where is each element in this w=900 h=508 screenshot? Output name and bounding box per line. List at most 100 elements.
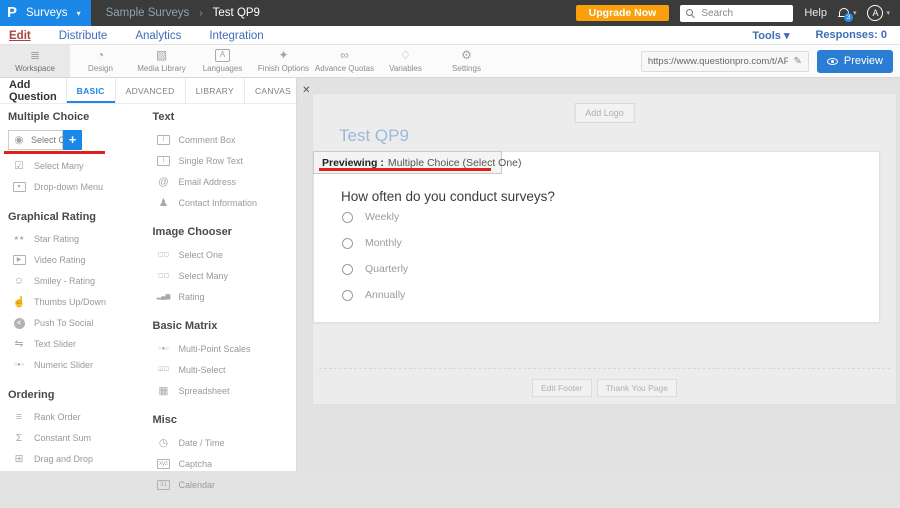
toolbar-settings[interactable]: ⚙Settings bbox=[436, 45, 497, 77]
edit-url-pencil-icon[interactable]: ✎ bbox=[793, 56, 801, 67]
annotation-underline bbox=[319, 168, 491, 171]
edit-footer-button[interactable]: Edit Footer bbox=[532, 379, 592, 397]
question-type-label: Numeric Slider bbox=[34, 360, 93, 370]
radio-button[interactable] bbox=[342, 290, 353, 301]
question-type-rank-order[interactable]: ≡Rank Order bbox=[8, 407, 144, 428]
radio-button[interactable] bbox=[342, 212, 353, 223]
avatar: A bbox=[867, 5, 883, 21]
survey-url-field[interactable]: https://www.questionpro.com/t/APNrfZ ✎ bbox=[641, 51, 809, 72]
section-title: Ordering bbox=[8, 389, 144, 401]
question-type-email-address[interactable]: @ Email Address bbox=[153, 171, 289, 192]
question-type-constant-sum[interactable]: ΣConstant Sum bbox=[8, 428, 144, 449]
question-type-smiley-rating[interactable]: ☺Smiley - Rating bbox=[8, 271, 144, 292]
advance-quotas-icon: ∞ bbox=[340, 49, 349, 62]
notifications-menu[interactable]: 3 ▾ bbox=[838, 8, 857, 19]
variables-tag-icon: ♢ bbox=[400, 49, 411, 62]
question-type-select-many[interactable]: ▢▢Select Many bbox=[153, 265, 289, 286]
tab-advanced[interactable]: ADVANCED bbox=[115, 78, 185, 103]
question-type-label: Multi-Point Scales bbox=[179, 344, 251, 354]
breadcrumb-parent[interactable]: Sample Surveys bbox=[106, 7, 190, 19]
nav-distribute[interactable]: Distribute bbox=[59, 30, 108, 42]
question-type-date-time[interactable]: ◷Date / Time bbox=[153, 432, 289, 453]
question-type-text-slider[interactable]: ⇋Text Slider bbox=[8, 334, 144, 355]
toolbar-advance-quotas[interactable]: ∞Advance Quotas bbox=[314, 45, 375, 77]
toolbar-finish-options[interactable]: ✦Finish Options bbox=[253, 45, 314, 77]
option-row-quarterly: Quarterly bbox=[342, 263, 408, 275]
panel-tabs: BASICADVANCEDLIBRARYCANVAS bbox=[66, 78, 301, 103]
thank-you-page-button[interactable]: Thank You Page bbox=[597, 379, 677, 397]
question-type-drag-and-drop[interactable]: ⊞Drag and Drop bbox=[8, 449, 144, 470]
toolbar-items: ≣Workspace◔Design▧Media LibraryALanguage… bbox=[0, 45, 497, 77]
search-input[interactable] bbox=[699, 7, 783, 20]
question-type-select-one[interactable]: ▢▢Select One bbox=[153, 244, 289, 265]
question-type-multi-point-scales[interactable]: ○●○Multi-Point Scales bbox=[153, 338, 289, 359]
previewing-label: Previewing : bbox=[322, 157, 384, 169]
account-menu[interactable]: A ▾ bbox=[867, 5, 890, 21]
question-type-label: Calendar bbox=[179, 480, 216, 490]
tools-menu[interactable]: Tools ▾ bbox=[752, 29, 789, 42]
question-type-select-one-selected: ◉Select One+ bbox=[8, 129, 144, 150]
notification-badge: 3 bbox=[844, 13, 853, 22]
nav-analytics[interactable]: Analytics bbox=[135, 30, 181, 42]
question-type-push-to-social[interactable]: <Push To Social bbox=[8, 313, 144, 334]
radio-button[interactable] bbox=[342, 238, 353, 249]
nav-integration[interactable]: Integration bbox=[209, 30, 263, 42]
question-type-spreadsheet[interactable]: ▦Spreadsheet bbox=[153, 380, 289, 401]
toolbar-label: Languages bbox=[203, 64, 243, 73]
spreadsheet-icon: ▦ bbox=[156, 385, 172, 397]
question-text[interactable]: How often do you conduct surveys? bbox=[341, 189, 555, 204]
media-library-icon: ▧ bbox=[156, 49, 167, 62]
question-type-contact-information[interactable]: ♟Contact Information bbox=[153, 192, 289, 213]
question-type-video-rating[interactable]: ▶Video Rating bbox=[8, 250, 144, 271]
question-type-label: Comment Box bbox=[179, 135, 236, 145]
toolbar-design[interactable]: ◔Design bbox=[70, 45, 131, 77]
numeric-slider-icon: ○●○ bbox=[11, 360, 27, 370]
radio-button[interactable] bbox=[342, 264, 353, 275]
surveys-product-menu[interactable]: P Surveys ▾ bbox=[0, 0, 91, 26]
video-rating-icon: ▶ bbox=[13, 255, 26, 265]
question-type-comment-box[interactable]: IComment Box bbox=[153, 129, 289, 150]
question-type-numeric-slider[interactable]: ○●○ Numeric Slider bbox=[8, 355, 144, 376]
section-title: Text bbox=[153, 111, 289, 123]
question-type-multi-select[interactable]: ☑☐Multi-Select bbox=[153, 359, 289, 380]
toolbar-workspace[interactable]: ≣Workspace bbox=[0, 45, 70, 77]
section-title: Basic Matrix bbox=[153, 320, 289, 332]
tab-library[interactable]: LIBRARY bbox=[185, 78, 244, 103]
global-search[interactable] bbox=[680, 5, 793, 22]
section-nav-right: Tools ▾ Responses: 0 bbox=[752, 29, 891, 42]
question-type-star-rating[interactable]: ★★Star Rating bbox=[8, 229, 144, 250]
toolbar-variables[interactable]: ♢Variables bbox=[375, 45, 436, 77]
question-type-label: Rank Order bbox=[34, 412, 81, 422]
responses-count[interactable]: Responses: 0 bbox=[815, 29, 887, 41]
question-type-label: Rating bbox=[179, 292, 205, 302]
question-type-thumbs-up-down[interactable]: ☝Thumbs Up/Down bbox=[8, 292, 144, 313]
breadcrumb-current: Test QP9 bbox=[213, 7, 260, 19]
question-type-drop-down-menu[interactable]: ▾Drop-down Menu bbox=[8, 177, 144, 198]
add-question-button[interactable]: + bbox=[63, 130, 82, 150]
upgrade-now-button[interactable]: Upgrade Now bbox=[576, 5, 670, 21]
preview-button[interactable]: Preview bbox=[817, 50, 893, 73]
email-icon: @ bbox=[156, 176, 172, 188]
question-type-single-row-text[interactable]: ISingle Row Text bbox=[153, 150, 289, 171]
nav-edit[interactable]: Edit bbox=[9, 30, 31, 42]
question-type-label: Email Address bbox=[179, 177, 237, 187]
add-logo-button[interactable]: Add Logo bbox=[574, 103, 635, 123]
close-icon[interactable]: ✕ bbox=[301, 78, 310, 103]
survey-title[interactable]: Test QP9 bbox=[339, 126, 409, 146]
tab-canvas[interactable]: CANVAS bbox=[244, 78, 301, 103]
thumbs-up-down-icon: ☝ bbox=[11, 296, 27, 308]
previewing-question-type: Multiple Choice (Select One) bbox=[388, 157, 522, 169]
question-type-calendar[interactable]: 31Calendar bbox=[153, 474, 289, 495]
question-type-rating[interactable]: ▂▄▆Rating bbox=[153, 286, 289, 307]
toolbar-media-library[interactable]: ▧Media Library bbox=[131, 45, 192, 77]
help-link[interactable]: Help bbox=[804, 7, 827, 19]
question-type-select-one[interactable]: ◉Select One bbox=[8, 130, 63, 150]
smiley-icon: ☺ bbox=[11, 275, 27, 287]
tab-basic[interactable]: BASIC bbox=[66, 78, 115, 103]
toolbar-label: Finish Options bbox=[258, 64, 309, 73]
topbar-right: Upgrade Now Help 3 ▾ A ▾ bbox=[576, 5, 900, 22]
question-type-select-many[interactable]: ☑Select Many bbox=[8, 156, 144, 177]
toolbar-languages[interactable]: ALanguages bbox=[192, 45, 253, 77]
chevron-down-icon: ▾ bbox=[853, 9, 857, 17]
option-label: Monthly bbox=[365, 237, 402, 249]
